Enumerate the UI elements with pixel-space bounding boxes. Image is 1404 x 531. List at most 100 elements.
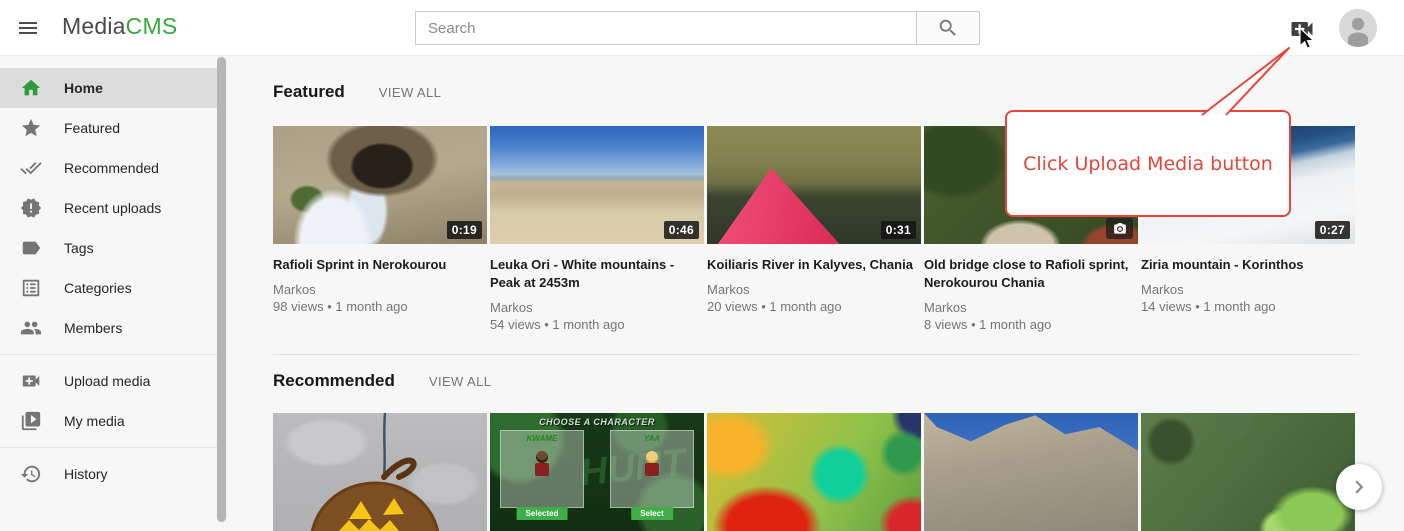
sidebar-item-recent-uploads[interactable]: Recent uploads [0, 188, 217, 228]
sidebar-item-label: Featured [64, 120, 120, 136]
search-icon [937, 17, 959, 39]
duration-badge: 0:27 [1315, 221, 1350, 239]
sidebar-media-group: Upload media My media [0, 355, 228, 447]
star-icon [20, 117, 42, 139]
video-title[interactable]: Rafioli Sprint in Nerokourou [273, 256, 487, 274]
search-input[interactable] [415, 11, 917, 45]
section-title: Featured [273, 82, 345, 102]
top-bar: MediaCMS [0, 0, 1404, 56]
game-header-text: CHOOSE A CHARACTER [490, 417, 704, 427]
video-card[interactable] [707, 413, 921, 531]
sidebar-item-label: Upload media [64, 373, 150, 389]
video-meta: 54 views • 1 month ago [490, 316, 704, 334]
video-card[interactable]: CHOOSE A CHARACTER HUNT KWAME Selected Y… [490, 413, 704, 531]
done-all-icon [20, 157, 42, 179]
sidebar: Home Featured Recommended Recent uploads… [0, 56, 228, 522]
sidebar-item-featured[interactable]: Featured [0, 108, 217, 148]
sidebar-item-upload-media[interactable]: Upload media [0, 361, 217, 401]
video-author[interactable]: Markos [273, 281, 487, 298]
section-title: Recommended [273, 371, 395, 391]
new-releases-icon [20, 197, 42, 219]
sidebar-item-my-media[interactable]: My media [0, 401, 217, 441]
sidebar-item-categories[interactable]: Categories [0, 268, 217, 308]
view-all-link[interactable]: VIEW ALL [429, 374, 491, 389]
video-title[interactable]: Leuka Ori - White mountains - Peak at 24… [490, 256, 704, 292]
chevron-right-icon [1346, 474, 1372, 500]
game-character-sprite [533, 451, 551, 481]
video-title[interactable]: Koiliaris River in Kalyves, Chania [707, 256, 921, 274]
sidebar-main-group: Home Featured Recommended Recent uploads… [0, 62, 228, 354]
sidebar-item-recommended[interactable]: Recommended [0, 148, 217, 188]
recommended-video-row: CHOOSE A CHARACTER HUNT KWAME Selected Y… [273, 413, 1404, 531]
video-author[interactable]: Markos [924, 299, 1138, 316]
sidebar-item-home[interactable]: Home [0, 68, 217, 108]
logo[interactable]: MediaCMS [62, 13, 177, 40]
game-selected-button: Selected [517, 507, 568, 520]
video-card[interactable]: 0:46 Leuka Ori - White mountains - Peak … [490, 126, 704, 334]
video-card[interactable]: 0:19 Rafioli Sprint in Nerokourou Markos… [273, 126, 487, 334]
menu-icon[interactable] [16, 16, 40, 40]
video-meta: 20 views • 1 month ago [707, 298, 921, 316]
sidebar-scrollbar-thumb[interactable] [217, 57, 226, 522]
history-icon [20, 463, 42, 485]
video-title[interactable]: Ziria mountain - Korinthos [1141, 256, 1355, 274]
tag-icon [20, 237, 42, 259]
members-icon [20, 317, 42, 339]
sidebar-item-label: Members [64, 320, 122, 336]
video-meta: 8 views • 1 month ago [924, 316, 1138, 334]
callout-text: Click Upload Media button [1023, 153, 1273, 175]
recommended-section-header: Recommended VIEW ALL [273, 371, 1404, 391]
sidebar-history-group: History [0, 448, 228, 500]
game-character-name: KWAME [501, 434, 583, 443]
search-bar [415, 11, 980, 45]
sidebar-item-history[interactable]: History [0, 454, 217, 494]
video-thumbnail[interactable] [707, 413, 921, 531]
sidebar-item-label: History [64, 466, 108, 482]
camera-icon [1106, 218, 1133, 239]
game-character-panel: YAA Select [610, 430, 694, 508]
video-author[interactable]: Markos [1141, 281, 1355, 298]
video-card[interactable] [924, 413, 1138, 531]
carousel-next-button[interactable] [1336, 464, 1382, 510]
sidebar-item-label: Home [64, 80, 103, 96]
video-thumbnail[interactable]: 0:19 [273, 126, 487, 244]
video-thumbnail[interactable]: 0:31 [707, 126, 921, 244]
video-thumbnail[interactable] [924, 413, 1138, 531]
video-thumbnail[interactable]: 0:46 [490, 126, 704, 244]
video-thumbnail[interactable] [1141, 413, 1355, 531]
mouse-cursor-icon [1297, 27, 1317, 51]
video-card[interactable]: 0:31 Koiliaris River in Kalyves, Chania … [707, 126, 921, 334]
game-character-name: YAA [611, 434, 693, 443]
view-all-link[interactable]: VIEW ALL [379, 85, 441, 100]
callout-tooltip: Click Upload Media button [1005, 110, 1291, 217]
pumpkin-illustration [273, 413, 487, 531]
video-library-icon [20, 410, 42, 432]
video-meta: 98 views • 1 month ago [273, 298, 487, 316]
duration-badge: 0:19 [447, 221, 482, 239]
sidebar-item-members[interactable]: Members [0, 308, 217, 348]
game-character-sprite [643, 451, 661, 481]
video-card[interactable] [1141, 413, 1355, 531]
video-title[interactable]: Old bridge close to Rafioli sprint, Nero… [924, 256, 1138, 292]
callout-pointer [1200, 42, 1300, 116]
sidebar-item-label: My media [64, 413, 125, 429]
game-select-button: Select [631, 507, 673, 520]
section-divider [273, 354, 1359, 355]
game-character-panel: KWAME Selected [500, 430, 584, 508]
duration-badge: 0:31 [881, 221, 916, 239]
categories-icon [20, 277, 42, 299]
video-meta: 14 views • 1 month ago [1141, 298, 1355, 316]
video-thumbnail-game[interactable]: CHOOSE A CHARACTER HUNT KWAME Selected Y… [490, 413, 704, 531]
avatar[interactable] [1339, 9, 1377, 47]
video-author[interactable]: Markos [490, 299, 704, 316]
sidebar-item-label: Categories [64, 280, 132, 296]
sidebar-item-label: Tags [64, 240, 94, 256]
search-button[interactable] [916, 11, 980, 45]
video-card[interactable] [273, 413, 487, 531]
video-author[interactable]: Markos [707, 281, 921, 298]
duration-badge: 0:46 [664, 221, 699, 239]
logo-cms: CMS [126, 13, 178, 39]
logo-media: Media [62, 13, 126, 39]
sidebar-item-tags[interactable]: Tags [0, 228, 217, 268]
video-thumbnail[interactable] [273, 413, 487, 531]
